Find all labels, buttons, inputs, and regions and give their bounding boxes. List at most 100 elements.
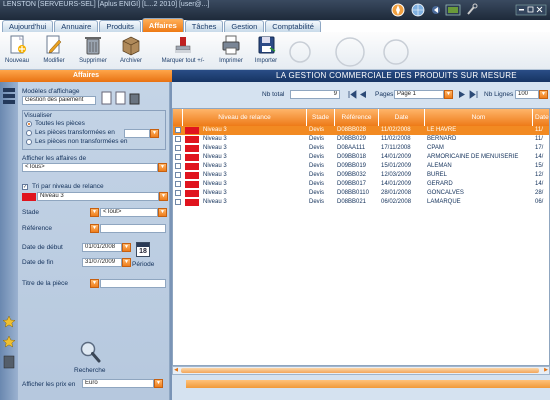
- column-header-niveau[interactable]: Niveau de relance: [183, 109, 307, 126]
- cell-date: 14/01/2009: [381, 181, 412, 187]
- importer-button[interactable]: Importer: [250, 34, 282, 64]
- horizontal-scrollbar[interactable]: ◀ ▶: [172, 366, 550, 375]
- trash-icon[interactable]: [3, 355, 15, 369]
- first-page-icon[interactable]: [348, 90, 357, 99]
- next-page-icon[interactable]: [459, 91, 465, 98]
- chevron-down-icon[interactable]: ▼: [90, 224, 99, 233]
- chevron-down-icon[interactable]: ▼: [158, 208, 167, 217]
- monitor-icon[interactable]: [445, 4, 461, 16]
- floppy-disk-icon: [256, 34, 276, 56]
- tab-comptabilite[interactable]: Comptabilité: [265, 20, 321, 32]
- select-column-header[interactable]: [173, 109, 183, 126]
- column-header-stade[interactable]: Stade: [307, 109, 335, 126]
- imprimer-button[interactable]: Imprimer: [216, 34, 246, 64]
- last-page-icon[interactable]: [469, 90, 478, 99]
- prix-select[interactable]: Euro: [82, 379, 154, 388]
- chevron-down-icon[interactable]: ▼: [150, 129, 159, 138]
- table-row[interactable]: Niveau 3 Devis D08BB021 06/02/2008 LAMARQUE 0…: [173, 198, 549, 207]
- date-fin-input[interactable]: 31/07/2009: [82, 258, 122, 267]
- table-row[interactable]: Niveau 3 Devis D09BB019 15/01/2009 ALEMAN 15/: [173, 162, 549, 171]
- tab-affaires[interactable]: Affaires: [141, 18, 184, 32]
- row-checkbox[interactable]: [175, 145, 181, 151]
- magnifier-icon[interactable]: [78, 340, 102, 364]
- previous-page-icon[interactable]: [360, 91, 366, 98]
- chevron-down-icon[interactable]: ▼: [90, 208, 99, 217]
- scroll-left-icon[interactable]: ◀: [173, 367, 179, 374]
- row-checkbox[interactable]: [175, 154, 181, 160]
- table-row[interactable]: Niveau 3 Devis D08BB029 11/02/2008 BERNARD 11…: [173, 135, 549, 144]
- star-icon[interactable]: [2, 335, 16, 348]
- tab-aujourdhui[interactable]: Aujourd'hui: [2, 20, 54, 32]
- column-header-date[interactable]: Date: [379, 109, 425, 126]
- trash-icon[interactable]: [129, 93, 140, 105]
- compass-icon[interactable]: [391, 3, 405, 17]
- row-checkbox[interactable]: [175, 127, 181, 133]
- globe-icon[interactable]: [411, 3, 425, 17]
- tab-taches[interactable]: Tâches: [184, 20, 224, 32]
- back-arrow-icon[interactable]: [432, 6, 440, 14]
- table-row[interactable]: Niveau 3 Devis D08BB028 11/02/2008 LE HAVRE 1…: [173, 126, 549, 135]
- niveau-select[interactable]: Niveau 3: [37, 192, 159, 201]
- row-checkbox[interactable]: [175, 181, 181, 187]
- wrench-icon[interactable]: [467, 3, 478, 15]
- recherche-label[interactable]: Recherche: [74, 367, 105, 374]
- reference-input[interactable]: [100, 224, 166, 233]
- transformed-select[interactable]: [124, 129, 150, 138]
- chevron-down-icon[interactable]: ▼: [159, 192, 168, 201]
- tab-gestion[interactable]: Gestion: [224, 20, 265, 32]
- list-view-icon[interactable]: [3, 88, 15, 92]
- radio-transformed[interactable]: [26, 130, 32, 136]
- row-checkbox[interactable]: [175, 136, 181, 142]
- nb-lignes-select[interactable]: 100: [515, 90, 539, 99]
- nouveau-button[interactable]: Nouveau: [4, 34, 30, 64]
- chevron-down-icon[interactable]: ▼: [154, 379, 163, 388]
- column-header-date-2[interactable]: Date: [533, 109, 549, 126]
- table-row[interactable]: Niveau 3 Devis D08BB0110 28/01/2008 GONCALVE…: [173, 189, 549, 198]
- table-row[interactable]: Niveau 3 Devis D09BB032 12/03/2009 BUREL 12/: [173, 171, 549, 180]
- row-checkbox[interactable]: [175, 190, 181, 196]
- table-row[interactable]: Niveau 3 Devis D08AA111 17/11/2008 CPAM 17/: [173, 144, 549, 153]
- tab-annuaire[interactable]: Annuaire: [54, 20, 99, 32]
- row-checkbox[interactable]: [175, 199, 181, 205]
- afficher-select[interactable]: <Tous>: [22, 163, 158, 172]
- scroll-thumb[interactable]: [181, 368, 539, 373]
- page-select[interactable]: Page 1: [394, 90, 444, 99]
- tri-checkbox[interactable]: ✓: [22, 184, 28, 190]
- chevron-down-icon[interactable]: ▼: [122, 258, 131, 267]
- archiver-button[interactable]: Archiver: [116, 34, 146, 64]
- cell-nom: BUREL: [427, 172, 448, 178]
- relance-indicator: [185, 127, 199, 134]
- stade-select[interactable]: <Tout>: [100, 208, 158, 217]
- cell-nom: GONCALVES: [427, 190, 464, 196]
- date-debut-label: Date de début: [22, 244, 63, 251]
- table-row[interactable]: Niveau 3 Devis D09BB017 14/01/2009 GERARD 14/: [173, 180, 549, 189]
- cell-stade: Devis: [309, 154, 325, 160]
- nb-total-label: Nb total: [262, 91, 285, 98]
- radio-all[interactable]: [26, 121, 32, 127]
- marquer-tout-button[interactable]: Marquer tout +/-: [154, 34, 212, 64]
- chevron-down-icon[interactable]: ▼: [444, 90, 453, 99]
- row-checkbox[interactable]: [175, 172, 181, 178]
- table-row[interactable]: Niveau 3 Devis D09BB018 14/01/2009 ARMORICAI…: [173, 153, 549, 162]
- calendar-icon[interactable]: 18: [136, 242, 150, 257]
- chevron-down-icon[interactable]: ▼: [158, 163, 167, 172]
- star-icon[interactable]: [2, 315, 16, 328]
- row-checkbox[interactable]: [175, 163, 181, 169]
- tab-produits[interactable]: Produits: [99, 20, 141, 32]
- cell-niveau: Niveau 3: [203, 163, 227, 169]
- scroll-right-icon[interactable]: ▶: [543, 367, 549, 374]
- modeles-select[interactable]: Gestion des paiement: [22, 96, 96, 105]
- supprimer-button[interactable]: Supprimer: [76, 34, 110, 64]
- date-debut-input[interactable]: 01/01/2008: [82, 243, 122, 252]
- titre-input[interactable]: [100, 279, 166, 288]
- chevron-down-icon[interactable]: ▼: [122, 243, 131, 252]
- document-icon[interactable]: [101, 91, 112, 105]
- chevron-down-icon[interactable]: ▼: [90, 279, 99, 288]
- chevron-down-icon[interactable]: ▼: [539, 90, 548, 99]
- radio-not-transformed[interactable]: [26, 139, 32, 145]
- window-controls-icon[interactable]: [515, 4, 547, 16]
- column-header-reference[interactable]: Référence: [335, 109, 379, 126]
- modifier-button[interactable]: Modifier: [40, 34, 68, 64]
- copy-document-icon[interactable]: [115, 91, 126, 105]
- column-header-nom[interactable]: Nom: [425, 109, 533, 126]
